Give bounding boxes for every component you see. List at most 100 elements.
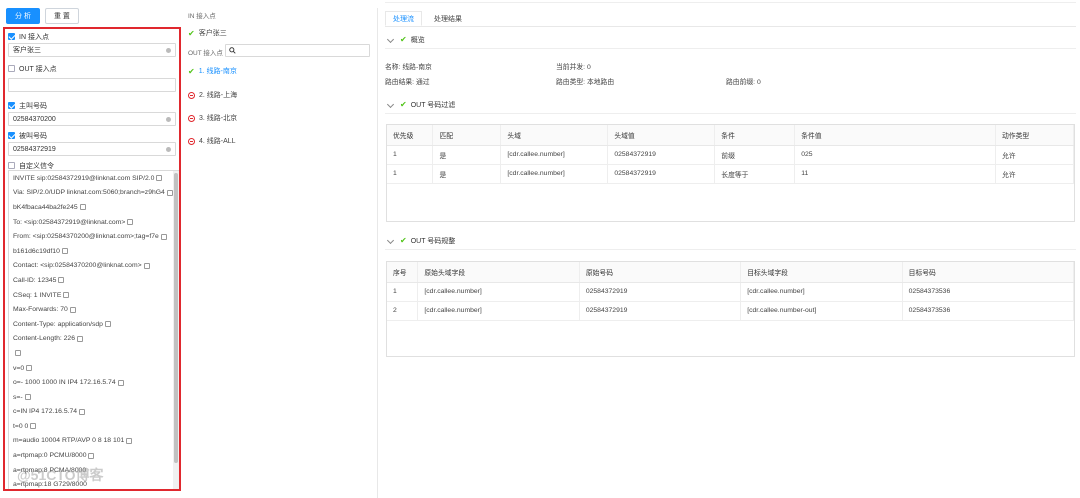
table-row: 1 [cdr.callee.number] 02584372919 [cdr.call… (387, 282, 1075, 302)
sip-message-textarea[interactable]: @51CTO博客 INVITE sip:02584372919@linknat.… (8, 170, 179, 489)
sip-line-text: a=rtpmap:0 PCMU/8000 (13, 452, 87, 460)
in-point-item-label: 客户张三 (198, 30, 227, 37)
route-item-label: 4. 线路-ALL (199, 138, 236, 145)
callee-input[interactable]: 02584372919 (8, 142, 176, 156)
table-cell: 02584372919 (579, 282, 742, 302)
custom-signal-label: 自定义信令 (19, 162, 54, 170)
overview-title: 概览 (410, 36, 425, 44)
caller-checkbox[interactable] (8, 102, 15, 109)
sip-line: o=- 1000 1000 IN IP4 172.16.5.74 (9, 375, 179, 390)
custom-signal-checkbox[interactable] (8, 162, 15, 169)
scrollbar-thumb[interactable] (174, 173, 178, 463)
table-cell: 02584372919 (607, 164, 716, 184)
callee-label: 被叫号码 (19, 132, 47, 140)
overview-route-result: 路由结果: 通过 (385, 79, 430, 86)
caller-value: 02584370200 (13, 115, 56, 123)
sip-line: s=- (9, 390, 179, 405)
scrollbar[interactable] (173, 171, 179, 489)
filter-title: OUT 号码过滤 (410, 101, 456, 109)
sip-line-text: INVITE sip:02584372919@linknat.com SIP/2… (13, 174, 155, 182)
analyze-button[interactable]: 分 析 (6, 8, 40, 24)
sip-line-text: bK4fbaca44ba2fe245 (13, 203, 78, 211)
table-cell: [cdr.callee.number] (417, 301, 580, 321)
table-cell: 02584372919 (607, 145, 716, 165)
copy-icon (24, 394, 31, 401)
in-point-item[interactable]: ✔ 客户张三 (188, 28, 227, 38)
caller-checkbox-row[interactable]: 主叫号码 (5, 100, 179, 111)
copy-icon (127, 219, 134, 226)
sip-line: CSeq: 1 INVITE (9, 288, 179, 303)
column-header: 原始头域字段 (417, 262, 580, 283)
copy-icon (156, 175, 163, 182)
caller-label: 主叫号码 (19, 102, 47, 110)
column-header: 目标头域字段 (740, 262, 903, 283)
table-cell: 1 (387, 145, 434, 165)
out-point-checkbox[interactable] (8, 65, 15, 72)
reset-button[interactable]: 重 置 (44, 8, 79, 24)
filter-section-header[interactable]: ✔ OUT 号码过滤 (385, 96, 1076, 114)
out-point-label: OUT 接入点 (19, 65, 57, 73)
sip-line: v=0 (9, 361, 179, 376)
out-point-checkbox-row[interactable]: OUT 接入点 (5, 63, 179, 74)
table-cell: [cdr.callee.number-out] (740, 301, 903, 321)
table-header-row: 序号 原始头域字段 原始号码 目标头域字段 目标号码 (387, 262, 1075, 283)
column-header: 条件值 (794, 125, 997, 146)
copy-icon (160, 233, 167, 240)
caller-input[interactable]: 02584370200 (8, 112, 176, 126)
in-point-label: IN 接入点 (19, 33, 49, 41)
tab-process-flow[interactable]: 处理流 (385, 11, 422, 26)
sip-line: Content-Length: 226 (9, 332, 179, 347)
table-cell: 允许 (995, 164, 1074, 184)
sip-line-text: To: <sip:02584372919@linknat.com> (13, 218, 126, 226)
callee-checkbox[interactable] (8, 132, 15, 139)
route-item[interactable]: 2. 线路-上海 (188, 90, 237, 100)
column-header: 目标号码 (902, 262, 1075, 283)
out-point-select[interactable] (8, 78, 176, 92)
route-item[interactable]: 3. 线路-北京 (188, 113, 237, 123)
top-divider (385, 2, 1076, 3)
minus-circle-icon (188, 114, 195, 122)
sip-line-text: b161d6c19df10 (13, 247, 60, 255)
sip-line-text: Call-ID: 12345 (13, 276, 57, 284)
copy-icon (126, 437, 133, 444)
in-point-select[interactable]: 客户张三 (8, 43, 176, 57)
sip-line-text: Via: SIP/2.0/UDP linknat.com:5060;branch… (13, 189, 165, 197)
in-point-heading: IN 接入点 (188, 13, 216, 20)
filter-table: 优先级 匹配 头域 头域值 条件 条件值 动作类型 1 是 [cdr.callee.number]… (386, 124, 1075, 222)
clear-icon[interactable] (166, 47, 171, 53)
route-item-label: 1. 线路-南京 (198, 68, 237, 75)
overview-concurrency: 当前并发: 0 (556, 64, 591, 71)
tab-process-result[interactable]: 处理结果 (426, 11, 470, 26)
table-cell: 长度等于 (714, 164, 796, 184)
overview-route-prefix: 路由前缀: 0 (726, 79, 761, 86)
callee-checkbox-row[interactable]: 被叫号码 (5, 130, 179, 141)
copy-icon (166, 189, 173, 196)
transform-title: OUT 号码规整 (410, 237, 456, 245)
sip-line: t=0 0 (9, 419, 179, 434)
in-point-checkbox[interactable] (8, 33, 15, 40)
table-cell: 02584373536 (902, 282, 1075, 302)
table-cell: 02584372919 (579, 301, 742, 321)
copy-icon (63, 292, 70, 299)
sip-line: Content-Type: application/sdp (9, 317, 179, 332)
table-cell: 025 (794, 145, 997, 165)
transform-section-header[interactable]: ✔ OUT 号码规整 (385, 232, 1076, 250)
copy-icon (104, 321, 111, 328)
copy-icon (79, 204, 86, 211)
in-point-checkbox-row[interactable]: IN 接入点 (5, 31, 179, 42)
clear-icon[interactable] (166, 146, 171, 152)
overview-section-header[interactable]: ✔ 概览 (385, 31, 1076, 49)
clear-icon[interactable] (166, 116, 171, 122)
sip-line-text: t=0 0 (13, 422, 29, 430)
table-cell: 是 (432, 145, 502, 165)
route-item[interactable]: ✔ 1. 线路-南京 (188, 66, 237, 76)
copy-icon (117, 379, 124, 386)
table-cell: 02584373536 (902, 301, 1075, 321)
route-item[interactable]: 4. 线路-ALL (188, 136, 236, 146)
column-header: 匹配 (432, 125, 502, 146)
out-point-search-input[interactable] (225, 44, 370, 57)
check-icon: ✔ (188, 66, 195, 76)
sip-line: Contact: <sip:02584370200@linknat.com> (9, 259, 179, 274)
chevron-down-icon (386, 35, 395, 44)
table-row: 1 是 [cdr.callee.number] 02584372919 前缀 025 允许 (387, 145, 1074, 165)
